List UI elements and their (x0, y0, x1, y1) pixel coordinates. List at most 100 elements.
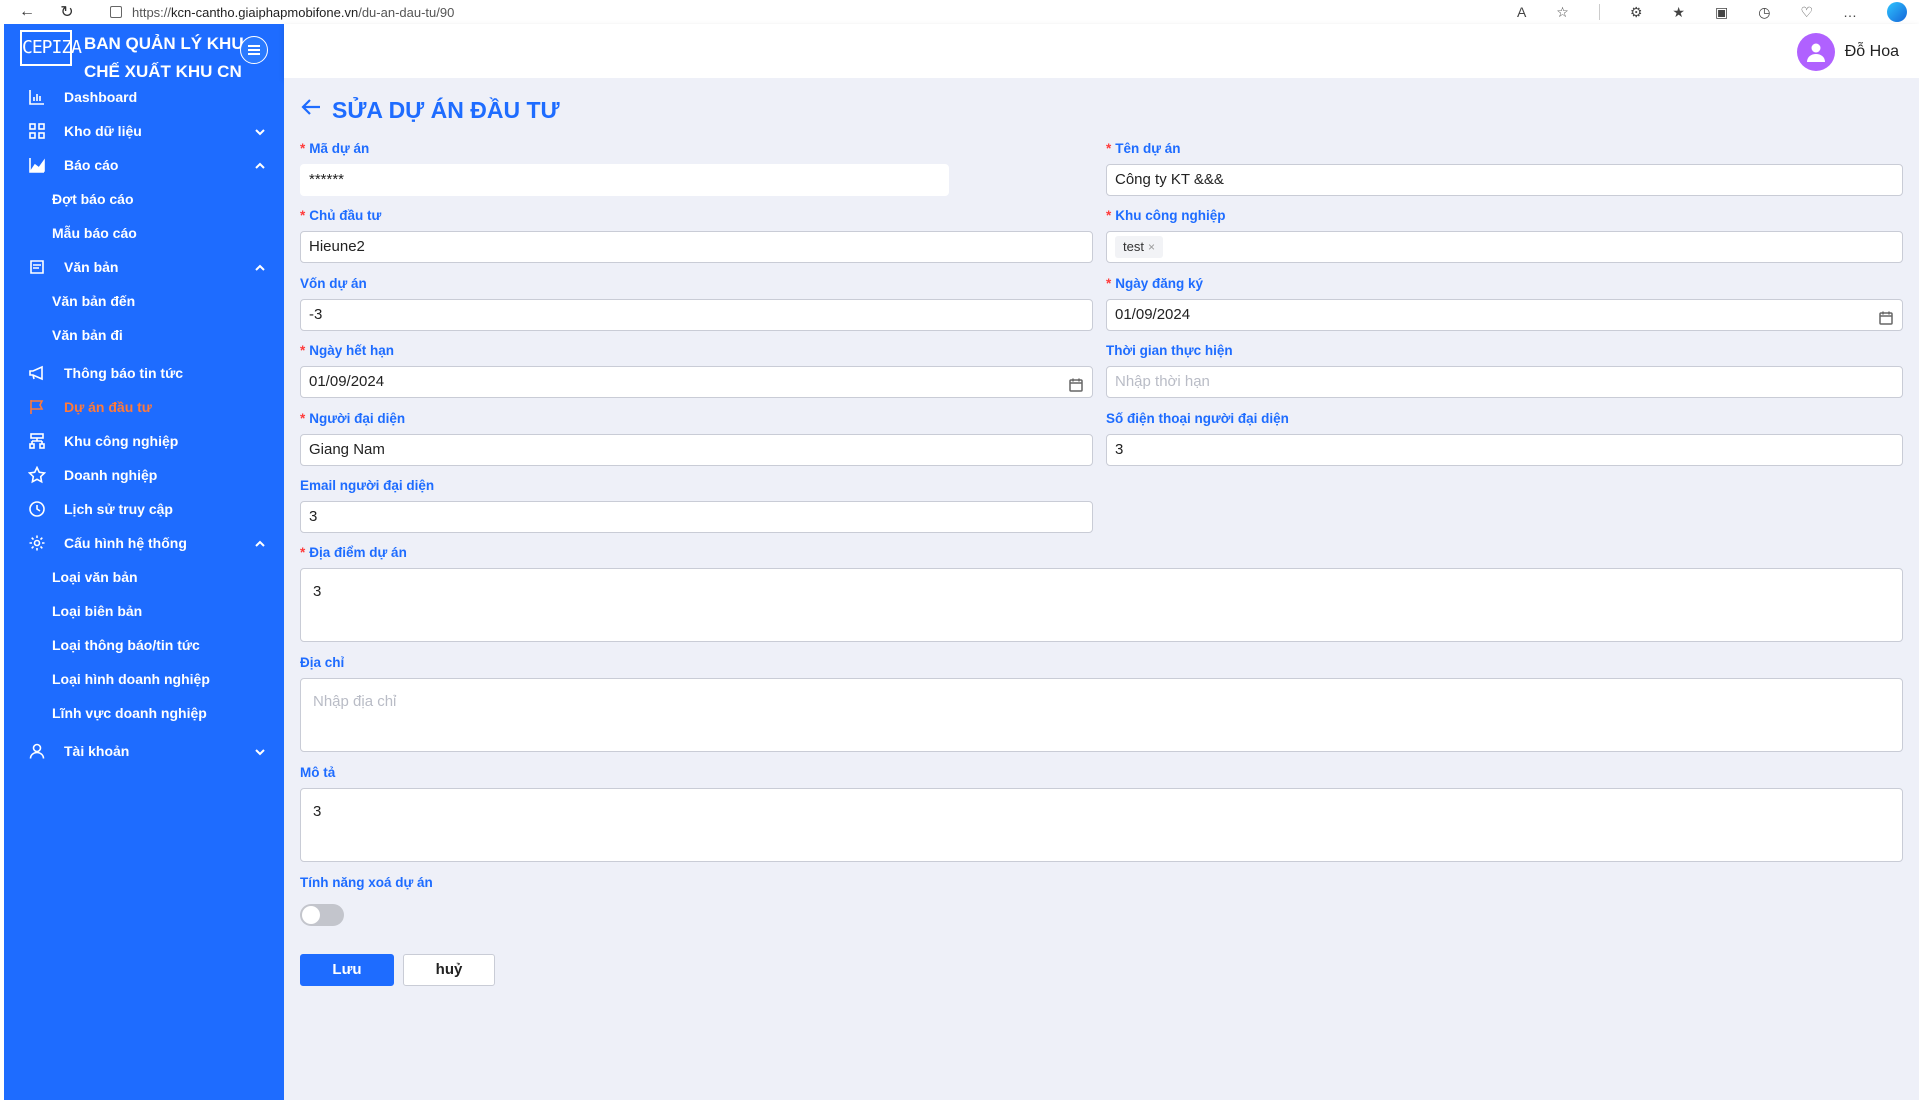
sidebar-subitem-van-ban-di[interactable]: Văn bản đi (4, 318, 284, 352)
thoi-gian-thuc-hien-input[interactable]: Nhập thời hạn (1106, 366, 1903, 398)
email-nguoi-dai-dien-input[interactable]: 3 (300, 501, 1093, 533)
browser-essentials-icon[interactable]: ♡ (1800, 4, 1813, 21)
dia-diem-du-an-textarea[interactable]: 3 (300, 568, 1903, 642)
chu-dau-tu-input[interactable]: Hieune2 (300, 231, 1093, 263)
brand: CEPIZA BAN QUẢN LÝ KHU CHẾ XUẤT KHU CN (4, 24, 284, 81)
back-arrow-icon[interactable]: ← (18, 3, 36, 21)
field-dia-diem-du-an: * Địa điểm dự án 3 (300, 544, 1903, 642)
label-dia-chi: Địa chỉ (300, 655, 345, 670)
mo-ta-textarea[interactable]: 3 (300, 788, 1903, 862)
label-dia-diem-du-an: * Địa điểm dự án (300, 544, 1903, 562)
label-text: Ngày đăng ký (1115, 276, 1204, 291)
ngay-dang-ky-date-input[interactable]: 01/09/2024 (1106, 299, 1903, 331)
von-du-an-input[interactable]: -3 (300, 299, 1093, 331)
required-mark: * (1106, 276, 1112, 291)
address-bar[interactable]: https://kcn-cantho.giaiphapmobifone.vn/d… (110, 5, 454, 20)
sidebar-item-doanh-nghiep[interactable]: Doanh nghiệp (4, 458, 284, 492)
favorite-star-icon[interactable]: ☆ (1556, 4, 1569, 21)
sdt-nguoi-dai-dien-input[interactable]: 3 (1106, 434, 1903, 466)
chevron-up-icon (254, 537, 266, 549)
field-sdt-nguoi-dai-dien: Số điện thoại người đại diện 3 (1106, 410, 1903, 466)
sidebar-item-bao-cao[interactable]: Báo cáo (4, 148, 284, 182)
more-menu-icon[interactable]: … (1843, 4, 1857, 20)
khu-cong-nghiep-select[interactable]: test × (1106, 231, 1903, 263)
sidebar-item-khu-cong-nghiep[interactable]: Khu công nghiệp (4, 424, 284, 458)
brand-title-line1: BAN QUẢN LÝ KHU (84, 34, 244, 53)
browser-toolbar: ← ↻ https://kcn-cantho.giaiphapmobifone.… (0, 0, 1919, 24)
label-ngay-het-han: * Ngày hết hạn (300, 342, 1093, 360)
sidebar-item-cau-hinh-he-thong[interactable]: Cấu hình hệ thống (4, 526, 284, 560)
field-thoi-gian-thuc-hien: Thời gian thực hiện Nhập thời hạn (1106, 342, 1903, 398)
date-value: 01/09/2024 (309, 373, 385, 390)
sidebar-item-tai-khoan[interactable]: Tài khoản (4, 734, 284, 768)
sidebar-item-lich-su-truy-cap[interactable]: Lịch sử truy cập (4, 492, 284, 526)
sidebar-item-thong-bao-tin-tuc[interactable]: Thông báo tin tức (4, 356, 284, 390)
url-prefix: https:// (132, 4, 172, 20)
sidebar-item-du-an-dau-tu[interactable]: Dự án đầu tư (4, 390, 284, 424)
required-mark: * (300, 411, 306, 426)
field-nguoi-dai-dien: * Người đại diện Giang Nam (300, 410, 1093, 466)
copilot-icon[interactable] (1887, 2, 1907, 22)
gear-icon (28, 534, 46, 552)
read-aloud-icon[interactable]: A (1517, 4, 1526, 20)
sidebar-subitem-loai-van-ban[interactable]: Loại văn bản (4, 560, 284, 594)
label-text: Mã dự án (309, 141, 370, 156)
chevron-up-icon (254, 159, 266, 171)
save-button[interactable]: Lưu (300, 954, 394, 986)
ten-du-an-input[interactable]: Công ty KT &&& (1106, 164, 1903, 196)
favorites-icon[interactable]: ★ (1672, 4, 1685, 21)
sidebar-item-kho-du-lieu[interactable]: Kho dữ liệu (4, 114, 284, 148)
dia-chi-textarea[interactable]: Nhập địa chỉ (300, 678, 1903, 752)
back-arrow-icon[interactable] (300, 96, 322, 124)
sidebar-item-dashboard[interactable]: Dashboard (4, 80, 284, 114)
site-info-icon[interactable] (110, 6, 122, 18)
label-khu-cong-nghiep: * Khu công nghiệp (1106, 207, 1903, 225)
cancel-button[interactable]: huỷ (403, 954, 495, 986)
sidebar-toggle-button[interactable] (240, 36, 268, 64)
brand-title: BAN QUẢN LÝ KHU CHẾ XUẤT KHU CN (84, 30, 246, 86)
ngay-het-han-date-input[interactable]: 01/09/2024 (300, 366, 1093, 398)
sidebar-subitem-linh-vuc-doanh-nghiep[interactable]: Lĩnh vực doanh nghiệp (4, 696, 284, 730)
reload-icon[interactable]: ↻ (58, 2, 76, 22)
field-mo-ta: Mô tả 3 (300, 764, 1903, 862)
field-email-nguoi-dai-dien: Email người đại diện 3 (300, 477, 1093, 533)
label-text: Người đại diện (309, 411, 406, 426)
extensions-icon[interactable]: ⚙ (1630, 4, 1643, 21)
user-menu[interactable]: Đỗ Hoa (1796, 33, 1899, 71)
sidebar-item-label: Lịch sử truy cập (64, 501, 173, 517)
sidebar-item-van-ban[interactable]: Văn bản (4, 250, 284, 284)
sidebar-subitem-van-ban-den[interactable]: Văn bản đến (4, 284, 284, 318)
sidebar-subitem-loai-bien-ban[interactable]: Loại biên bản (4, 594, 284, 628)
required-mark: * (1106, 208, 1112, 223)
field-khu-cong-nghiep: * Khu công nghiệp test × (1106, 207, 1903, 263)
collections-icon[interactable]: ▣ (1715, 4, 1728, 21)
required-mark: * (300, 343, 306, 358)
calendar-icon[interactable] (1878, 307, 1894, 325)
label-mo-ta: Mô tả (300, 765, 336, 780)
label-thoi-gian-thuc-hien: Thời gian thực hiện (1106, 343, 1233, 358)
close-icon[interactable]: × (1148, 240, 1155, 254)
user-name[interactable]: Đỗ Hoa (1845, 43, 1899, 61)
sidebar-menu: Dashboard Kho dữ liệu Báo cáo Đợt báo cá… (4, 80, 284, 768)
label-sdt-nguoi-dai-dien: Số điện thoại người đại diện (1106, 411, 1289, 426)
sidebar-subitem-loai-hinh-doanh-nghiep[interactable]: Loại hình doanh nghiệp (4, 662, 284, 696)
sidebar-item-label: Kho dữ liệu (64, 123, 142, 139)
chart-icon (28, 88, 46, 106)
toolbar-divider (1598, 4, 1600, 20)
sidebar-subitem-loai-thong-bao[interactable]: Loại thông báo/tin tức (4, 628, 284, 662)
label-chu-dau-tu: * Chủ đầu tư (300, 207, 1093, 225)
megaphone-icon (28, 364, 46, 382)
main-content: SỬA DỰ ÁN ĐẦU TƯ * Mã dự án ****** * Tên d… (284, 78, 1919, 1100)
history-browser-icon[interactable]: ◷ (1758, 4, 1770, 21)
sidebar: CEPIZA BAN QUẢN LÝ KHU CHẾ XUẤT KHU CN D… (4, 24, 284, 1100)
nguoi-dai-dien-input[interactable]: Giang Nam (300, 434, 1093, 466)
avatar[interactable] (1796, 33, 1835, 71)
user-avatar-icon (1806, 43, 1825, 62)
label-ngay-dang-ky: * Ngày đăng ký (1106, 275, 1903, 293)
ma-du-an-input[interactable]: ****** (300, 164, 949, 196)
sidebar-subitem-mau-bao-cao[interactable]: Mẫu báo cáo (4, 216, 284, 250)
sidebar-subitem-dot-bao-cao[interactable]: Đợt báo cáo (4, 182, 284, 216)
calendar-icon[interactable] (1068, 374, 1084, 392)
delete-feature-toggle[interactable] (300, 904, 344, 926)
document-icon (28, 258, 46, 276)
